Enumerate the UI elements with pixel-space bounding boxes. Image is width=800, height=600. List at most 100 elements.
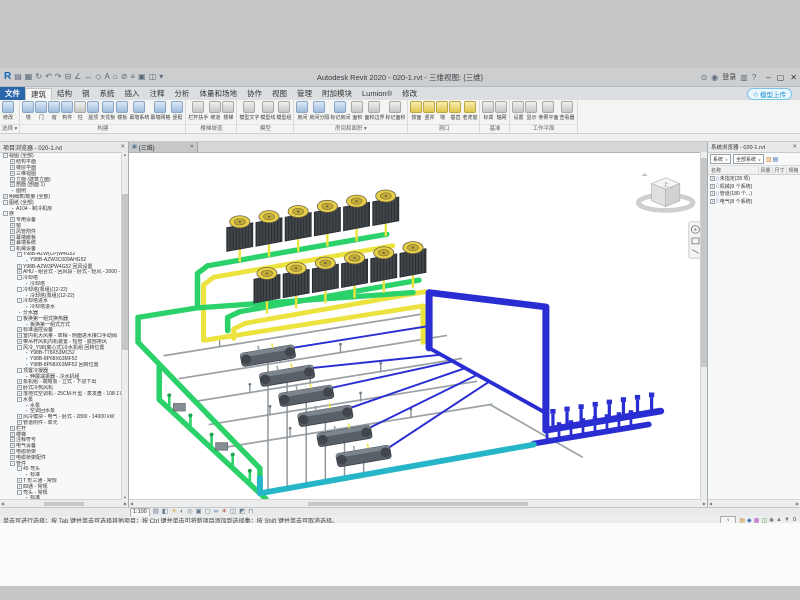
tree-expand-icon[interactable]: -	[17, 298, 22, 303]
ribbon-button-楼梯[interactable]: 楼梯	[222, 101, 234, 121]
ribbon-tab-注释[interactable]: 注释	[145, 87, 170, 100]
column-header-规格[interactable]: 规格	[786, 167, 800, 174]
scroll-right-icon[interactable]: ▶	[796, 501, 799, 506]
tree-expand-icon[interactable]: +	[10, 217, 15, 222]
redo-icon[interactable]: ↷	[55, 72, 62, 82]
scroll-left-icon[interactable]: ◀	[130, 501, 133, 506]
piping-filter-icon[interactable]: ▤	[773, 156, 779, 163]
ribbon-button-门[interactable]: 门	[35, 101, 47, 121]
tree-expand-icon[interactable]: +	[17, 414, 22, 419]
tree-expand-icon[interactable]: +	[17, 264, 22, 269]
ribbon-button-查看器[interactable]: 查看器	[560, 101, 575, 121]
ribbon-tab-视图[interactable]: 视图	[267, 87, 292, 100]
ribbon-button-坡道[interactable]: 坡道	[209, 101, 221, 121]
ribbon-button-修改[interactable]: 修改	[2, 101, 14, 121]
links-icon[interactable]: ◫	[761, 517, 767, 524]
thin-lines-icon[interactable]: ≡	[130, 72, 135, 82]
scrollbar-thumb[interactable]	[44, 502, 84, 506]
ribbon-button-标记面积[interactable]: 标记面积	[385, 101, 405, 121]
project-browser-header[interactable]: 项目浏览器 - 020-1.rvt ✕	[0, 142, 128, 153]
tree-item[interactable]: +风冷模块 - 电气 - 卧式 - 2800 - 14000 kW	[0, 414, 122, 420]
ribbon-tab-结构[interactable]: 结构	[52, 87, 77, 100]
scroll-down-icon[interactable]: ▼	[122, 495, 128, 500]
switch-windows-icon[interactable]: ◫	[149, 72, 157, 82]
viewcube-home-icon[interactable]	[642, 173, 648, 176]
filter-icon[interactable]: ▼	[784, 517, 790, 524]
tree-expand-icon[interactable]: -	[3, 200, 8, 205]
tree-expand-icon[interactable]: -	[17, 368, 22, 373]
maximize-button[interactable]: ▢	[777, 73, 785, 82]
design-options-icon[interactable]: ◆	[747, 517, 752, 524]
tree-expand-icon[interactable]: +	[710, 191, 715, 196]
undo-icon[interactable]: ↶	[45, 72, 52, 82]
tree-expand-icon[interactable]: +	[10, 426, 15, 431]
model-upload-button[interactable]: ◇ 模型上传	[747, 88, 792, 100]
ribbon-button-窗[interactable]: 窗	[48, 101, 60, 121]
ribbon-button-垂直[interactable]: 垂直	[449, 101, 461, 121]
tree-expand-icon[interactable]: +	[10, 443, 15, 448]
system-browser-row[interactable]: +▯电气(8 个系统)	[708, 198, 800, 206]
tree-expand-icon[interactable]: -	[3, 153, 8, 158]
tree-expand-icon[interactable]: +	[17, 420, 22, 425]
project-browser-horizontal-scrollbar[interactable]: ◀ ▶	[0, 499, 128, 507]
ribbon-button-模型组[interactable]: 模型组	[276, 101, 291, 121]
system-browser-row[interactable]: +▯管道(180 个...)	[708, 190, 800, 198]
ribbon-tab-附加模块[interactable]: 附加模块	[317, 87, 357, 100]
tree-expand-icon[interactable]: -	[3, 211, 8, 216]
ribbon-button-老虎窗[interactable]: 老虎窗	[462, 101, 477, 121]
close-button[interactable]: ✕	[790, 73, 797, 82]
tree-expand-icon[interactable]: +	[10, 182, 15, 187]
ribbon-tab-修改[interactable]: 修改	[397, 87, 422, 100]
tree-expand-icon[interactable]: +	[17, 484, 22, 489]
ribbon-tab-钢[interactable]: 钢	[77, 87, 95, 100]
tree-expand-icon[interactable]: -	[17, 316, 22, 321]
exchange-apps-icon[interactable]: ▥	[740, 73, 748, 82]
ribbon-tab-体量和场地[interactable]: 体量和场地	[195, 87, 243, 100]
tree-expand-icon[interactable]: +	[10, 223, 15, 228]
ribbon-button-参照平面[interactable]: 参照平面	[538, 101, 558, 121]
system-browser-header[interactable]: 系统浏览器 - 020-1.rvt ✕	[708, 142, 800, 153]
ribbon-button-房间[interactable]: 房间	[296, 101, 308, 121]
revit-logo-icon[interactable]: R	[4, 72, 11, 82]
tree-expand-icon[interactable]: +	[17, 333, 22, 338]
ribbon-button-墙[interactable]: 墙	[436, 101, 448, 121]
ribbon-button-标高[interactable]: 标高	[482, 101, 494, 121]
column-header-尺寸[interactable]: 尺寸	[772, 167, 786, 174]
editable-only-icon[interactable]: ▦	[754, 517, 760, 524]
tree-expand-icon[interactable]: -	[17, 345, 22, 350]
ribbon-tab-文件[interactable]: 文件	[0, 87, 25, 100]
scroll-right-icon[interactable]: ▶	[703, 501, 706, 506]
tree-expand-icon[interactable]: +	[10, 432, 15, 437]
ribbon-button-墙[interactable]: 墙	[22, 101, 34, 121]
text-icon[interactable]: A	[105, 72, 110, 82]
ribbon-button-幕墙系统[interactable]: 幕墙系统	[129, 101, 149, 121]
tree-expand-icon[interactable]: +	[17, 269, 22, 274]
close-hidden-windows-icon[interactable]: ▣	[138, 72, 146, 82]
tree-expand-icon[interactable]: -	[17, 275, 22, 280]
system-browser-horizontal-scrollbar[interactable]: ◀ ▶	[708, 499, 800, 507]
ribbon-button-构件[interactable]: 构件	[61, 101, 73, 121]
ribbon-button-轴网[interactable]: 轴网	[495, 101, 507, 121]
canvas-horizontal-scrollbar[interactable]: ◀ ▶	[129, 499, 707, 507]
scrollbar-thumb[interactable]	[122, 194, 128, 351]
drawing-canvas[interactable]: 上	[129, 153, 707, 499]
ribbon-button-房间分隔[interactable]: 房间分隔	[309, 101, 329, 121]
tree-expand-icon[interactable]: +	[10, 240, 15, 245]
tree-expand-icon[interactable]: +	[10, 171, 15, 176]
workset-status-icon[interactable]: ▤	[739, 517, 745, 524]
tag-icon[interactable]: ◇	[95, 72, 101, 82]
tree-expand-icon[interactable]: +	[10, 437, 15, 442]
measure-icon[interactable]: ∠	[74, 72, 81, 82]
tree-expand-icon[interactable]: +	[10, 159, 15, 164]
ribbon-tab-管理[interactable]: 管理	[292, 87, 317, 100]
ribbon-button-标记房间[interactable]: 标记房间	[330, 101, 350, 121]
scrollbar-thumb[interactable]	[308, 502, 528, 506]
account-icon[interactable]: ◉	[711, 73, 718, 82]
scroll-up-icon[interactable]: ▲	[122, 152, 128, 157]
open-file-icon[interactable]: ▤	[14, 72, 22, 82]
tree-expand-icon[interactable]: +	[10, 177, 15, 182]
view-tab-3d[interactable]: ▣ {三维} ✕	[129, 142, 198, 152]
ribbon-button-栏杆扶手[interactable]: 栏杆扶手	[188, 101, 208, 121]
customize-qat-icon[interactable]: ▾	[159, 72, 163, 82]
tree-expand-icon[interactable]: +	[17, 391, 22, 396]
